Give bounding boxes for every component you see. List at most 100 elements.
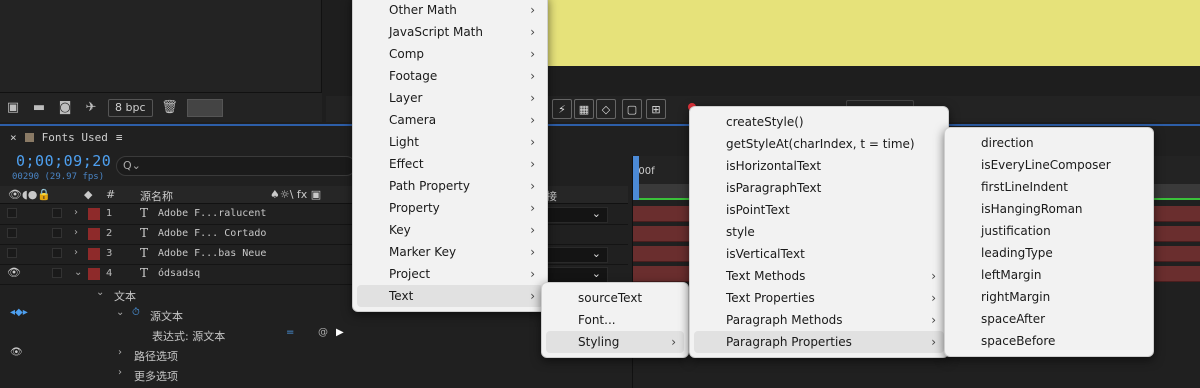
mask-path-icon[interactable]: ◇ (596, 99, 616, 119)
submenu-arrow-icon: › (931, 269, 936, 283)
property-group-row[interactable]: 👁 › 路径选项 (0, 345, 628, 365)
menu-item-is-every-line-composer[interactable]: isEveryLineComposer (945, 154, 1153, 176)
expression-row[interactable]: 表达式: 源文本 = @ ▶ (0, 325, 628, 345)
visibility-toggle[interactable] (7, 248, 17, 258)
menu-item-text-methods[interactable]: Text Methods › (690, 265, 948, 287)
current-time-display[interactable]: 0;00;09;20 (16, 152, 111, 170)
grid-guides-icon[interactable]: ⊞ (646, 99, 666, 119)
more-options-label: 更多选项 (134, 370, 178, 383)
layer-name[interactable]: Adobe F...bas Neue (158, 248, 266, 259)
menu-item-light[interactable]: Light › (353, 131, 547, 153)
project-color-swatch[interactable] (186, 98, 223, 117)
lock-toggle[interactable] (52, 268, 62, 278)
expand-chevron-icon[interactable]: › (74, 247, 78, 258)
text-layer-icon: T (140, 206, 149, 220)
close-icon[interactable]: × (10, 131, 17, 144)
menu-item-text-properties[interactable]: Text Properties › (690, 287, 948, 309)
layer-label-color[interactable] (88, 228, 100, 240)
layer-name[interactable]: Adobe F...ralucent (158, 208, 266, 219)
menu-item-label: isEveryLineComposer (981, 158, 1111, 172)
menu-item-space-before[interactable]: spaceBefore (945, 330, 1153, 352)
menu-item-justification[interactable]: justification (945, 220, 1153, 242)
menu-item-is-paragraph-text[interactable]: isParagraphText (690, 177, 948, 199)
collapse-chevron-icon[interactable]: ⌄ (96, 287, 104, 298)
region-of-interest-icon[interactable]: ▢ (622, 99, 642, 119)
menu-item-left-margin[interactable]: leftMargin (945, 264, 1153, 286)
menu-item-layer[interactable]: Layer › (353, 87, 547, 109)
stopwatch-icon[interactable]: ⏱ (132, 307, 140, 318)
menu-item-key[interactable]: Key › (353, 219, 547, 241)
menu-item-effect[interactable]: Effect › (353, 153, 547, 175)
menu-item-right-margin[interactable]: rightMargin (945, 286, 1153, 308)
interpret-footage-icon[interactable]: ▣ (4, 99, 22, 117)
keyframe-navigator-icon[interactable]: ◂◆▸ (10, 307, 28, 318)
menu-item-font[interactable]: Font... (542, 309, 688, 331)
menu-item-direction[interactable]: direction (945, 132, 1153, 154)
menu-item-project[interactable]: Project › (353, 263, 547, 285)
menu-item-comp[interactable]: Comp › (353, 43, 547, 65)
composition-canvas[interactable] (546, 0, 1200, 66)
layer-name[interactable]: Adobe F... Cortado (158, 228, 266, 239)
visibility-toggle[interactable] (7, 208, 17, 218)
expand-chevron-icon[interactable]: › (74, 207, 78, 218)
parent-dropdown[interactable]: ⌄ (546, 267, 608, 283)
menu-item-paragraph-methods[interactable]: Paragraph Methods › (690, 309, 948, 331)
menu-item-text[interactable]: Text › (357, 285, 543, 307)
menu-item-style[interactable]: style (690, 221, 948, 243)
layer-name[interactable]: ódsadsq (158, 268, 200, 279)
menu-item-source-text[interactable]: sourceText (542, 287, 688, 309)
expression-toggle-icon[interactable]: = (286, 327, 294, 338)
expand-chevron-icon[interactable]: › (118, 367, 122, 378)
text-submenu: sourceText Font... Styling › (541, 282, 689, 358)
menu-item-is-horizontal-text[interactable]: isHorizontalText (690, 155, 948, 177)
menu-item-is-hanging-roman[interactable]: isHangingRoman (945, 198, 1153, 220)
expand-chevron-icon[interactable]: › (74, 227, 78, 238)
playhead[interactable] (633, 156, 639, 200)
parent-dropdown[interactable]: ⌄ (546, 247, 608, 263)
menu-item-create-style[interactable]: createStyle() (690, 111, 948, 133)
new-composition-icon[interactable]: ◙ (56, 99, 74, 117)
eye-icon[interactable]: 👁 (7, 266, 21, 279)
menu-item-marker-key[interactable]: Marker Key › (353, 241, 547, 263)
layer-label-color[interactable] (88, 208, 100, 220)
menu-item-property[interactable]: Property › (353, 197, 547, 219)
menu-item-leading-type[interactable]: leadingType (945, 242, 1153, 264)
eye-icon[interactable]: 👁 (10, 347, 23, 358)
lock-toggle[interactable] (52, 208, 62, 218)
menu-item-javascript-math[interactable]: JavaScript Math › (353, 21, 547, 43)
panel-menu-icon[interactable]: ≡ (116, 131, 123, 144)
menu-item-first-line-indent[interactable]: firstLineIndent (945, 176, 1153, 198)
menu-item-space-after[interactable]: spaceAfter (945, 308, 1153, 330)
property-group-row[interactable]: › 更多选项 (0, 365, 628, 385)
menu-item-camera[interactable]: Camera › (353, 109, 547, 131)
collapse-chevron-icon[interactable]: ⌄ (116, 307, 124, 318)
menu-item-is-point-text[interactable]: isPointText (690, 199, 948, 221)
bit-depth-button[interactable]: 8 bpc (108, 98, 153, 117)
lock-toggle[interactable] (52, 228, 62, 238)
render-queue-icon[interactable]: ✈ (82, 99, 100, 117)
collapse-chevron-icon[interactable]: ⌄ (74, 267, 82, 278)
new-folder-icon[interactable]: ▬ (30, 99, 48, 117)
parent-dropdown[interactable]: ⌄ (546, 207, 608, 223)
timeline-tab[interactable]: × Fonts Used ≡ (0, 126, 122, 148)
expand-chevron-icon[interactable]: › (118, 347, 122, 358)
visibility-toggle[interactable] (7, 228, 17, 238)
trash-icon[interactable]: 🗑 (161, 99, 179, 117)
menu-item-label: Font... (578, 313, 616, 327)
timeline-search-input[interactable]: Q⌄ (116, 156, 356, 176)
lock-toggle[interactable] (52, 248, 62, 258)
menu-item-other-math[interactable]: Other Math › (353, 0, 547, 21)
fast-preview-icon[interactable]: ⚡ (552, 99, 572, 119)
menu-item-paragraph-properties[interactable]: Paragraph Properties › (694, 331, 944, 353)
menu-item-get-style-at[interactable]: getStyleAt(charIndex, t = time) (690, 133, 948, 155)
source-name-header[interactable]: 源名称 (140, 188, 173, 204)
expression-language-menu-icon[interactable]: ▶ (336, 327, 344, 338)
menu-item-styling[interactable]: Styling › (546, 331, 684, 353)
layer-label-color[interactable] (88, 268, 100, 280)
menu-item-footage[interactable]: Footage › (353, 65, 547, 87)
expression-pickwhip-icon[interactable]: @ (318, 327, 328, 338)
menu-item-path-property[interactable]: Path Property › (353, 175, 547, 197)
menu-item-is-vertical-text[interactable]: isVerticalText (690, 243, 948, 265)
layer-label-color[interactable] (88, 248, 100, 260)
transparency-grid-icon[interactable]: ▦ (574, 99, 594, 119)
